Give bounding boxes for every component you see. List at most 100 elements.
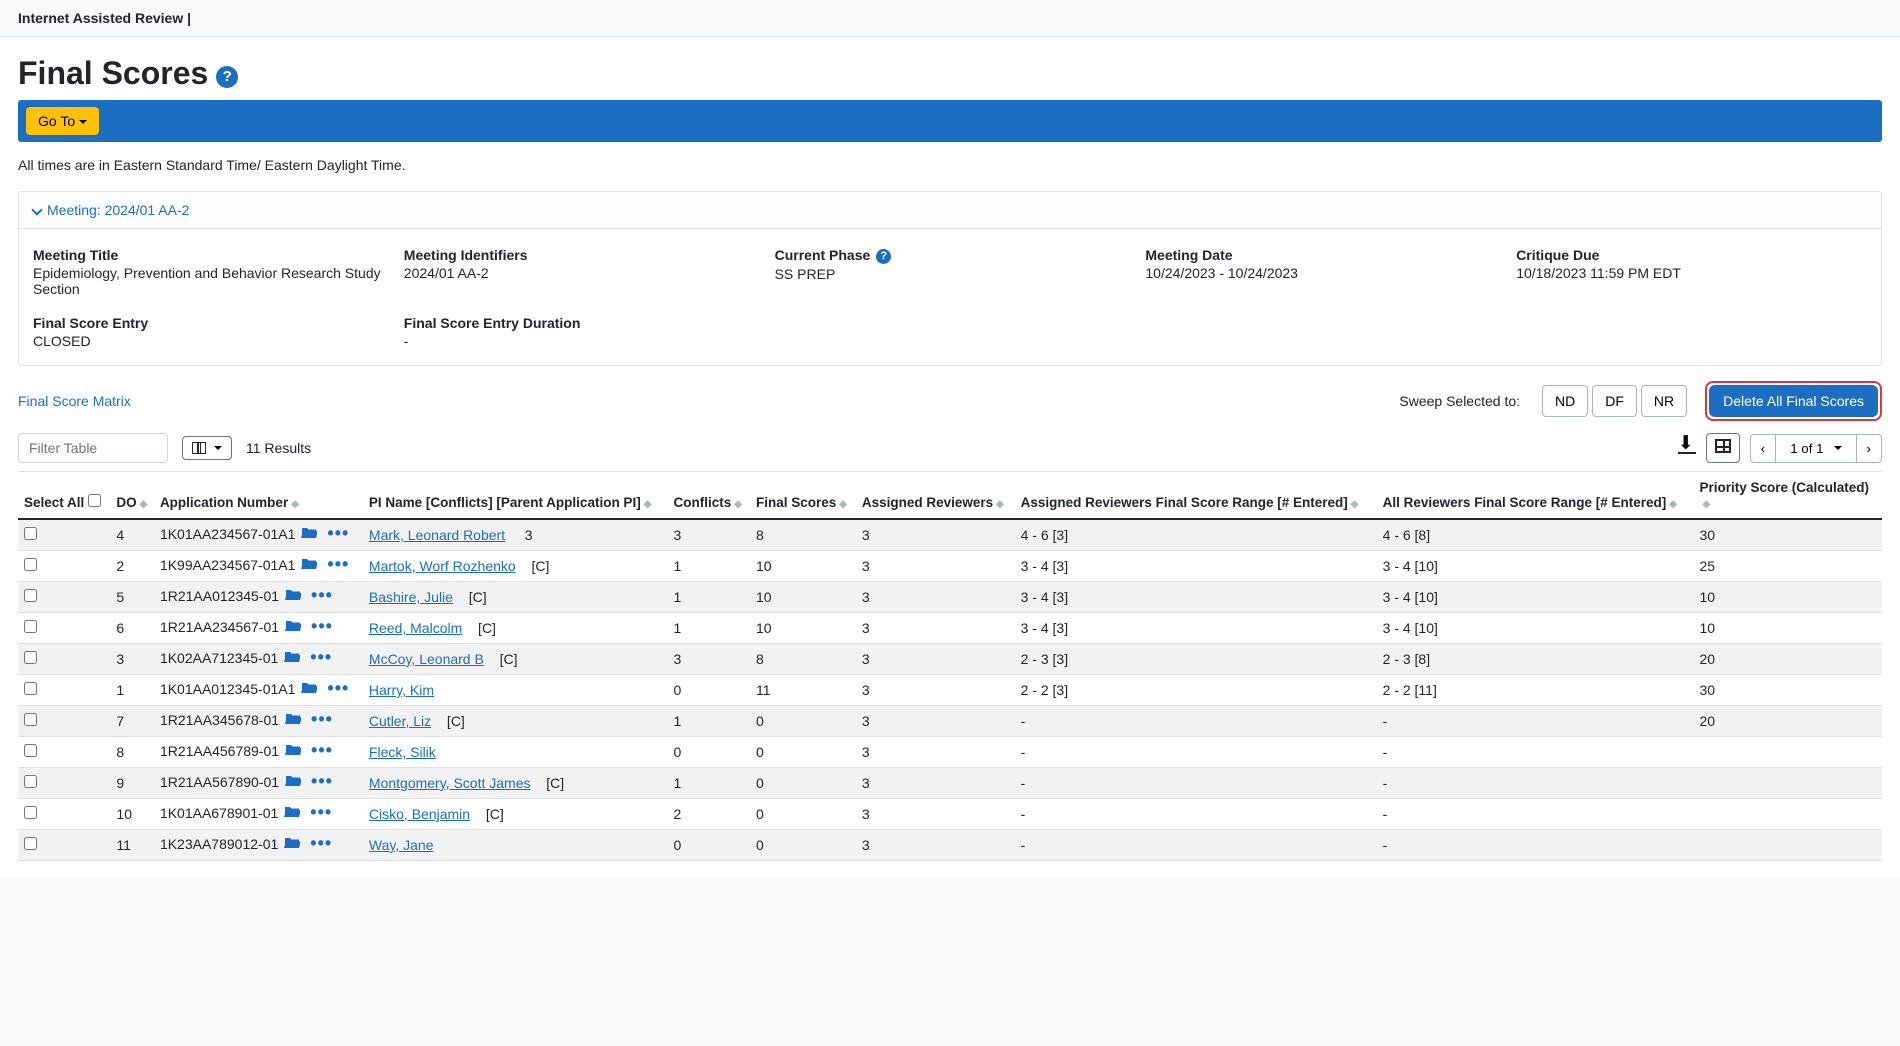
folder-icon[interactable] (285, 712, 301, 729)
cell-assigned-range: 4 - 6 [3] (1015, 519, 1377, 551)
more-actions-icon[interactable]: ••• (310, 833, 332, 853)
col-assigned-range[interactable]: Assigned Reviewers Final Score Range [# … (1015, 472, 1377, 520)
row-checkbox[interactable] (24, 589, 37, 602)
folder-icon[interactable] (301, 681, 317, 698)
more-actions-icon[interactable]: ••• (310, 647, 332, 667)
delete-all-final-scores-button[interactable]: Delete All Final Scores (1709, 385, 1878, 417)
pi-link[interactable]: Cutler, Liz (369, 713, 431, 729)
row-checkbox[interactable] (24, 620, 37, 633)
cell-conflicts: 1 (668, 706, 750, 737)
cell-priority: 30 (1693, 519, 1882, 551)
sweep-label: Sweep Selected to: (1399, 393, 1520, 409)
more-actions-icon[interactable]: ••• (310, 802, 332, 822)
table-row: 81R21AA456789-01•••Fleck, Silik003-- (18, 737, 1882, 768)
row-checkbox[interactable] (24, 775, 37, 788)
download-button[interactable] (1678, 436, 1696, 460)
pi-link[interactable]: Mark, Leonard Robert (369, 527, 505, 543)
row-checkbox[interactable] (24, 682, 37, 695)
folder-icon[interactable] (285, 774, 301, 791)
col-application-number[interactable]: Application Number◆ (154, 472, 363, 520)
col-do[interactable]: DO◆ (110, 472, 154, 520)
cell-all-range: - (1377, 830, 1694, 861)
help-icon[interactable]: ? (216, 66, 238, 88)
sort-icon: ◆ (140, 499, 147, 510)
more-actions-icon[interactable]: ••• (327, 678, 349, 698)
row-checkbox[interactable] (24, 558, 37, 571)
more-actions-icon[interactable]: ••• (311, 740, 333, 760)
meeting-identifiers-value: 2024/01 AA-2 (404, 265, 755, 281)
row-checkbox[interactable] (24, 744, 37, 757)
cell-all-range: 2 - 3 [8] (1377, 644, 1694, 675)
cell-priority (1693, 768, 1882, 799)
sort-icon: ◆ (291, 499, 298, 510)
folder-icon[interactable] (285, 743, 301, 760)
pager-page-select[interactable]: 1 of 1 (1776, 434, 1855, 463)
grid-view-button[interactable] (1706, 433, 1740, 463)
col-all-range[interactable]: All Reviewers Final Score Range [# Enter… (1377, 472, 1694, 520)
pi-link[interactable]: Reed, Malcolm (369, 620, 462, 636)
col-select-all[interactable]: Select All (18, 472, 110, 520)
more-actions-icon[interactable]: ••• (311, 709, 333, 729)
critique-due-label: Critique Due (1516, 247, 1867, 263)
table-row: 61R21AA234567-01•••Reed, Malcolm [C]1103… (18, 613, 1882, 644)
cell-assigned-range: - (1015, 830, 1377, 861)
row-checkbox[interactable] (24, 527, 37, 540)
pi-link[interactable]: Harry, Kim (369, 682, 434, 698)
row-checkbox[interactable] (24, 806, 37, 819)
more-actions-icon[interactable]: ••• (327, 554, 349, 574)
cell-priority: 10 (1693, 582, 1882, 613)
cell-do: 2 (110, 551, 154, 582)
pi-link[interactable]: Way, Jane (369, 837, 434, 853)
cell-all-range: - (1377, 706, 1694, 737)
folder-icon[interactable] (284, 836, 300, 853)
meeting-panel-toggle[interactable]: Meeting: 2024/01 AA-2 (19, 192, 1881, 229)
col-pi-name[interactable]: PI Name [Conflicts] [Parent Application … (363, 472, 668, 520)
more-actions-icon[interactable]: ••• (311, 616, 333, 636)
pi-link[interactable]: McCoy, Leonard B (369, 651, 484, 667)
column-settings-button[interactable] (182, 436, 232, 460)
row-checkbox[interactable] (24, 651, 37, 664)
cell-do: 11 (110, 830, 154, 861)
folder-icon[interactable] (301, 526, 317, 543)
cell-app-number: 1K23AA789012-01••• (154, 830, 363, 861)
col-priority-score[interactable]: Priority Score (Calculated)◆ (1693, 472, 1882, 520)
pi-link[interactable]: Montgomery, Scott James (369, 775, 531, 791)
more-actions-icon[interactable]: ••• (311, 771, 333, 791)
sweep-nr-button[interactable]: NR (1641, 385, 1687, 417)
download-icon (1678, 436, 1696, 454)
cell-final-scores: 10 (750, 551, 856, 582)
sweep-nd-button[interactable]: ND (1542, 385, 1588, 417)
goto-button[interactable]: Go To (26, 107, 99, 135)
row-checkbox[interactable] (24, 713, 37, 726)
row-checkbox[interactable] (24, 837, 37, 850)
pi-link[interactable]: Martok, Worf Rozhenko (369, 558, 516, 574)
more-actions-icon[interactable]: ••• (327, 523, 349, 543)
cell-priority (1693, 830, 1882, 861)
help-icon[interactable]: ? (876, 249, 891, 264)
sweep-df-button[interactable]: DF (1592, 385, 1637, 417)
folder-icon[interactable] (301, 557, 317, 574)
cell-assigned-reviewers: 3 (856, 519, 1015, 551)
cell-assigned-reviewers: 3 (856, 675, 1015, 706)
pi-link[interactable]: Cisko, Benjamin (369, 806, 470, 822)
folder-icon[interactable] (285, 619, 301, 636)
meeting-identifiers-label: Meeting Identifiers (404, 247, 755, 263)
pi-link[interactable]: Bashire, Julie (369, 589, 453, 605)
more-actions-icon[interactable]: ••• (311, 585, 333, 605)
folder-icon[interactable] (285, 588, 301, 605)
pager-prev-button[interactable]: ‹ (1750, 434, 1776, 463)
final-score-matrix-link[interactable]: Final Score Matrix (18, 393, 131, 409)
folder-icon[interactable] (284, 650, 300, 667)
col-conflicts[interactable]: Conflicts◆ (668, 472, 750, 520)
pi-link[interactable]: Fleck, Silik (369, 744, 436, 760)
delete-all-highlight: Delete All Final Scores (1705, 381, 1882, 421)
folder-icon[interactable] (284, 805, 300, 822)
filter-table-input[interactable] (18, 433, 168, 463)
cell-assigned-range: 3 - 4 [3] (1015, 613, 1377, 644)
col-assigned-reviewers[interactable]: Assigned Reviewers◆ (856, 472, 1015, 520)
pager-next-button[interactable]: › (1856, 434, 1882, 463)
select-all-checkbox[interactable] (88, 494, 101, 507)
col-final-scores[interactable]: Final Scores◆ (750, 472, 856, 520)
meeting-date-label: Meeting Date (1145, 247, 1496, 263)
cell-pi-name: Fleck, Silik (363, 737, 668, 768)
